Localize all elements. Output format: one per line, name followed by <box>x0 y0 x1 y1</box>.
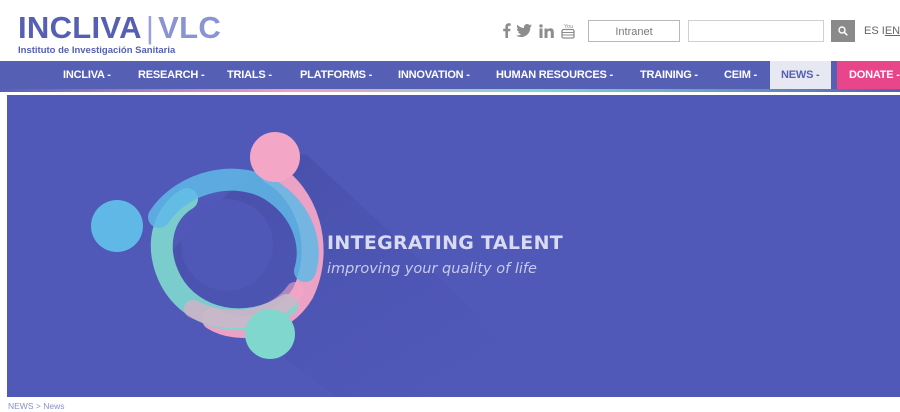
pink-head <box>250 132 300 182</box>
nav-item-trials[interactable]: TRIALS - <box>227 61 272 89</box>
main-nav: INCLIVA - RESEARCH - TRIALS - PLATFORMS … <box>0 61 900 89</box>
blue-head <box>91 200 143 252</box>
teal-head <box>245 309 295 359</box>
language-switcher: ES IEN <box>864 25 900 37</box>
lang-es-link[interactable]: ES <box>864 25 879 37</box>
logo-subtitle: Instituto de Investigación Sanitaria <box>18 45 176 56</box>
youtube-icon[interactable]: You <box>557 22 579 43</box>
breadcrumb-separator: > <box>35 401 41 411</box>
breadcrumb: NEWS > News <box>8 401 64 411</box>
hero-subtitle: improving your quality of life <box>327 261 537 277</box>
facebook-icon[interactable] <box>499 23 513 42</box>
search-input[interactable] <box>688 20 824 42</box>
nav-item-donate[interactable]: DONATE - <box>837 61 900 89</box>
nav-item-innovation[interactable]: INNOVATION - <box>398 61 470 89</box>
linkedin-icon[interactable] <box>535 23 557 42</box>
nav-item-news[interactable]: NEWS - <box>770 61 831 89</box>
intranet-button[interactable]: Intranet <box>588 20 680 42</box>
nav-item-human-resources[interactable]: HUMAN RESOURCES - <box>496 61 613 89</box>
breadcrumb-root-link[interactable]: NEWS <box>8 401 34 411</box>
logo-wordmark: INCLIVA | VLC <box>18 10 222 45</box>
social-links: You <box>499 22 579 43</box>
site-header: INCLIVA | VLC Instituto de Investigación S… <box>0 0 900 60</box>
nav-item-ceim[interactable]: CEIM - <box>724 61 757 89</box>
nav-item-research[interactable]: RESEARCH - <box>138 61 205 89</box>
twitter-icon[interactable] <box>513 24 535 41</box>
nav-item-incliva[interactable]: INCLIVA - <box>63 61 111 89</box>
search-icon <box>838 26 848 36</box>
breadcrumb-current: News <box>43 401 65 411</box>
hero-title: INTEGRATING TALENT <box>327 232 564 254</box>
search-button[interactable] <box>831 20 855 42</box>
lang-en-link[interactable]: EN <box>885 25 900 37</box>
nav-color-strip <box>0 89 900 92</box>
nav-item-platforms[interactable]: PLATFORMS - <box>300 61 372 89</box>
nav-item-training[interactable]: TRAINING - <box>640 61 698 89</box>
hero-banner: INTEGRATING TALENT improving your qualit… <box>7 95 900 397</box>
incliva-logo[interactable]: INCLIVA | VLC Instituto de Investigación S… <box>18 12 221 56</box>
